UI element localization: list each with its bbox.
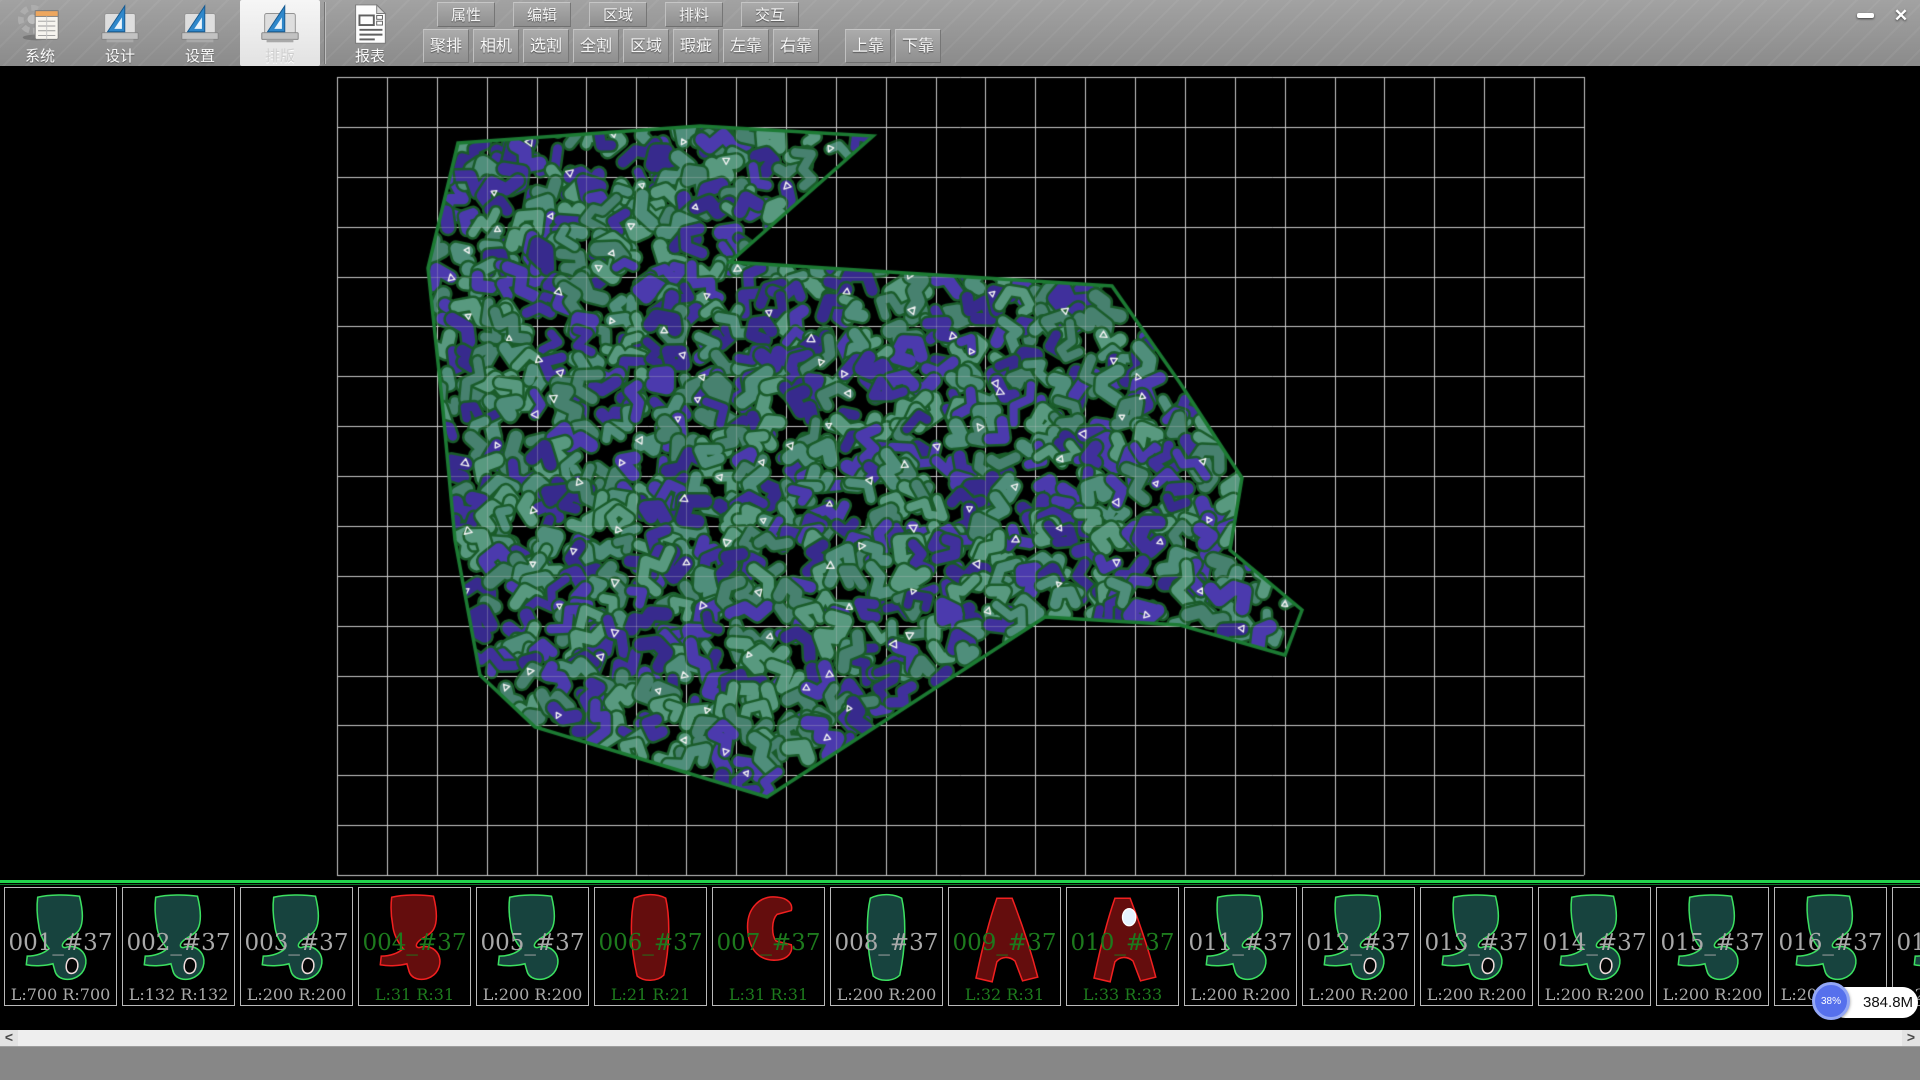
part-id-label: 012_#37 bbox=[1303, 930, 1414, 956]
main-button-label: 报表 bbox=[355, 45, 385, 66]
part-lr-label: L:33 R:33 bbox=[1067, 985, 1178, 1004]
part-lr-label: L:200 R:200 bbox=[477, 985, 588, 1004]
menu1-button-1[interactable]: 属性 bbox=[437, 2, 495, 27]
progress-percent-label: 38% bbox=[1821, 996, 1841, 1007]
menu2-button-8[interactable]: 右靠 bbox=[773, 29, 819, 63]
part-cell-014_#37[interactable]: 014_#37 L:200 R:200 bbox=[1538, 887, 1651, 1006]
part-id-label: 017_#37 bbox=[1893, 930, 1920, 956]
part-cell-009_#37[interactable]: 009_#37 L:32 R:31 bbox=[948, 887, 1061, 1006]
menu2-button-4[interactable]: 全割 bbox=[573, 29, 619, 63]
status-bar bbox=[0, 1046, 1920, 1080]
part-cell-005_#37[interactable]: 005_#37 L:200 R:200 bbox=[476, 887, 589, 1006]
minimize-button[interactable] bbox=[1850, 3, 1880, 28]
part-cell-008_#37[interactable]: 008_#37 L:200 R:200 bbox=[830, 887, 943, 1006]
system-gear-notepad-icon bbox=[17, 3, 63, 45]
part-id-label: 014_#37 bbox=[1539, 930, 1650, 956]
part-cell-003_#37[interactable]: 003_#37 L:200 R:200 bbox=[240, 887, 353, 1006]
menu2-button-1[interactable]: 聚排 bbox=[423, 29, 469, 63]
part-id-label: 008_#37 bbox=[831, 930, 942, 956]
part-lr-label: L:31 R:31 bbox=[359, 985, 470, 1004]
part-cell-006_#37[interactable]: 006_#37 L:21 R:21 bbox=[594, 887, 707, 1006]
main-button-label: 设计 bbox=[105, 45, 135, 66]
scroll-right-arrow-icon[interactable]: > bbox=[1902, 1030, 1920, 1046]
part-id-label: 003_#37 bbox=[241, 930, 352, 956]
close-icon: ✕ bbox=[1894, 6, 1908, 26]
menu1-button-5[interactable]: 交互 bbox=[741, 2, 799, 27]
application-window: 系统设计设置排版报表 属性编辑区域排料交互 聚排相机选割全割区域瑕疵左靠右靠上靠… bbox=[0, 0, 1920, 1080]
menu2-button-6[interactable]: 瑕疵 bbox=[673, 29, 719, 63]
part-lr-label: L:31 R:31 bbox=[713, 985, 824, 1004]
main-button-2[interactable]: 设计 bbox=[80, 0, 160, 66]
part-id-label: 007_#37 bbox=[713, 930, 824, 956]
menu-row-2: 聚排相机选割全割区域瑕疵左靠右靠上靠下靠 bbox=[423, 29, 941, 63]
part-cell-010_#37[interactable]: 010_#37 L:33 R:33 bbox=[1066, 887, 1179, 1006]
close-button[interactable]: ✕ bbox=[1886, 3, 1916, 28]
part-lr-label: L:200 R:200 bbox=[1421, 985, 1532, 1004]
scroll-left-arrow-icon[interactable]: < bbox=[0, 1030, 18, 1046]
menu2-button-9[interactable]: 上靠 bbox=[845, 29, 891, 63]
menu2-button-2[interactable]: 相机 bbox=[473, 29, 519, 63]
main-button-5[interactable]: 报表 bbox=[330, 0, 410, 66]
menu1-button-2[interactable]: 编辑 bbox=[513, 2, 571, 27]
part-id-label: 010_#37 bbox=[1067, 930, 1178, 956]
main-button-label: 系统 bbox=[25, 45, 55, 66]
report-document-icon bbox=[347, 3, 393, 45]
part-id-label: 009_#37 bbox=[949, 930, 1060, 956]
top-toolbar: 系统设计设置排版报表 属性编辑区域排料交互 聚排相机选割全割区域瑕疵左靠右靠上靠… bbox=[0, 0, 1920, 66]
download-progress-badge[interactable]: 384.8M 38% bbox=[1812, 982, 1920, 1024]
main-button-4[interactable]: 排版 bbox=[240, 0, 320, 66]
progress-circle: 38% bbox=[1812, 982, 1850, 1020]
part-cell-001_#37[interactable]: 001_#37 L:700 R:700 bbox=[4, 887, 117, 1006]
part-cell-011_#37[interactable]: 011_#37 L:200 R:200 bbox=[1184, 887, 1297, 1006]
part-id-label: 015_#37 bbox=[1657, 930, 1768, 956]
part-id-label: 006_#37 bbox=[595, 930, 706, 956]
part-lr-label: L:132 R:132 bbox=[123, 985, 234, 1004]
menu2-button-3[interactable]: 选割 bbox=[523, 29, 569, 63]
menu-row-1: 属性编辑区域排料交互 bbox=[437, 2, 799, 27]
horizontal-scrollbar[interactable]: < > bbox=[0, 1030, 1920, 1046]
main-button-label: 设置 bbox=[185, 45, 215, 66]
part-cell-013_#37[interactable]: 013_#37 L:200 R:200 bbox=[1420, 887, 1533, 1006]
strip-top-line bbox=[0, 880, 1920, 886]
part-id-label: 001_#37 bbox=[5, 930, 116, 956]
menu2-button-7[interactable]: 左靠 bbox=[723, 29, 769, 63]
main-button-1[interactable]: 系统 bbox=[0, 0, 80, 66]
part-lr-label: L:200 R:200 bbox=[241, 985, 352, 1004]
parts-thumbnail-strip: 001_#37 L:700 R:700 002_#37 L:132 R:132 003_… bbox=[0, 880, 1920, 1030]
layout-ruler-icon bbox=[257, 3, 303, 45]
part-id-label: 002_#37 bbox=[123, 930, 234, 956]
menu2-button-10[interactable]: 下靠 bbox=[895, 29, 941, 63]
part-lr-label: L:200 R:200 bbox=[1657, 985, 1768, 1004]
download-size-label: 384.8M bbox=[1863, 994, 1913, 1011]
part-lr-label: L:21 R:21 bbox=[595, 985, 706, 1004]
part-lr-label: L:32 R:31 bbox=[949, 985, 1060, 1004]
part-cell-015_#37[interactable]: 015_#37 L:200 R:200 bbox=[1656, 887, 1769, 1006]
main-button-3[interactable]: 设置 bbox=[160, 0, 240, 66]
part-lr-label: L:200 R:200 bbox=[1185, 985, 1296, 1004]
menu1-button-3[interactable]: 区域 bbox=[589, 2, 647, 27]
part-cells: 001_#37 L:700 R:700 002_#37 L:132 R:132 003_… bbox=[4, 887, 1920, 1006]
part-id-label: 011_#37 bbox=[1185, 930, 1296, 956]
part-id-label: 016_#37 bbox=[1775, 930, 1886, 956]
part-id-label: 004_#37 bbox=[359, 930, 470, 956]
part-cell-012_#37[interactable]: 012_#37 L:200 R:200 bbox=[1302, 887, 1415, 1006]
minimize-icon bbox=[1857, 13, 1874, 18]
part-id-label: 013_#37 bbox=[1421, 930, 1532, 956]
main-button-label: 排版 bbox=[265, 45, 295, 66]
part-cell-004_#37[interactable]: 004_#37 L:31 R:31 bbox=[358, 887, 471, 1006]
part-lr-label: L:200 R:200 bbox=[831, 985, 942, 1004]
menu1-button-4[interactable]: 排料 bbox=[665, 2, 723, 27]
part-lr-label: L:200 R:200 bbox=[1539, 985, 1650, 1004]
design-ruler-icon bbox=[97, 3, 143, 45]
menu2-button-5[interactable]: 区域 bbox=[623, 29, 669, 63]
settings-ruler-icon bbox=[177, 3, 223, 45]
part-cell-002_#37[interactable]: 002_#37 L:132 R:132 bbox=[122, 887, 235, 1006]
part-lr-label: L:700 R:700 bbox=[5, 985, 116, 1004]
window-controls: ✕ bbox=[1850, 3, 1916, 28]
nesting-canvas[interactable] bbox=[0, 66, 1920, 880]
part-cell-007_#37[interactable]: 007_#37 L:31 R:31 bbox=[712, 887, 825, 1006]
part-lr-label: L:200 R:200 bbox=[1303, 985, 1414, 1004]
part-id-label: 005_#37 bbox=[477, 930, 588, 956]
toolbar-divider bbox=[324, 2, 326, 64]
